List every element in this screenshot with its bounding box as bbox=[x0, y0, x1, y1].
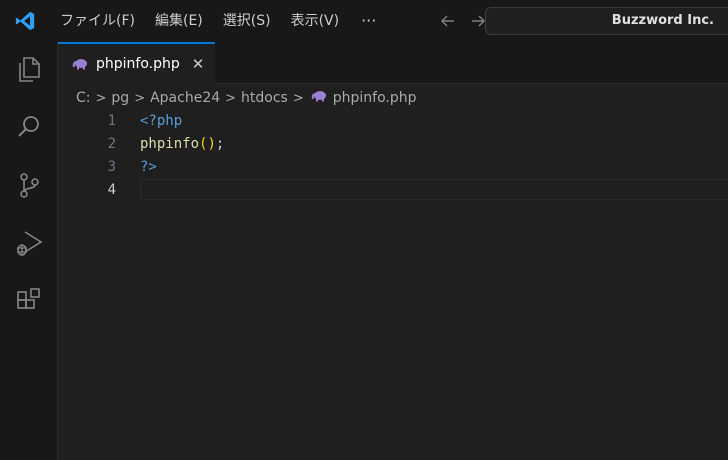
search-icon[interactable] bbox=[12, 110, 46, 144]
code-editor[interactable]: 1 <?php 2 phpinfo(); 3 ?> 4 bbox=[58, 112, 728, 460]
vscode-logo-icon bbox=[0, 0, 50, 42]
code-line: 2 phpinfo(); bbox=[58, 133, 728, 156]
chevron-right-icon: > bbox=[134, 90, 146, 106]
parentheses: () bbox=[199, 136, 216, 152]
workspace-title: Buzzword Inc. bbox=[611, 13, 714, 28]
extensions-icon[interactable] bbox=[12, 284, 46, 318]
title-bar: ファイル(F) 編集(E) 選択(S) 表示(V) ··· Buzzword I… bbox=[0, 0, 728, 42]
run-debug-icon[interactable] bbox=[12, 226, 46, 260]
php-elephant-icon bbox=[72, 55, 88, 74]
php-elephant-icon bbox=[311, 90, 327, 106]
current-line: 4 bbox=[58, 179, 728, 202]
tab-phpinfo[interactable]: phpinfo.php ✕ bbox=[58, 42, 215, 84]
function-name: phpinfo bbox=[140, 136, 200, 152]
chevron-right-icon: > bbox=[95, 90, 107, 106]
line-number: 3 bbox=[107, 159, 116, 175]
explorer-icon[interactable] bbox=[12, 52, 46, 86]
semicolon: ; bbox=[215, 136, 225, 152]
back-arrow-icon[interactable] bbox=[438, 11, 458, 31]
source-control-icon[interactable] bbox=[12, 168, 46, 202]
activity-bar bbox=[0, 42, 58, 460]
menu-file[interactable]: ファイル(F) bbox=[50, 0, 145, 42]
breadcrumb-apache24[interactable]: Apache24 bbox=[150, 90, 220, 106]
code-line: 1 <?php bbox=[58, 110, 728, 133]
more-menu-button[interactable]: ··· bbox=[349, 0, 388, 42]
php-open-tag: <?php bbox=[140, 113, 183, 129]
chevron-right-icon: > bbox=[225, 90, 237, 106]
line-number: 1 bbox=[107, 113, 116, 129]
code-text: phpinfo(); bbox=[140, 133, 224, 156]
tab-label: phpinfo.php bbox=[96, 56, 180, 72]
php-close-tag: ?> bbox=[140, 159, 157, 175]
breadcrumb-pg[interactable]: pg bbox=[111, 90, 129, 106]
menu-view[interactable]: 表示(V) bbox=[281, 0, 350, 42]
menu-selection[interactable]: 選択(S) bbox=[213, 0, 281, 42]
menu-edit[interactable]: 編集(E) bbox=[145, 0, 213, 42]
chevron-right-icon: > bbox=[292, 90, 304, 106]
breadcrumb-drive[interactable]: C: bbox=[76, 90, 91, 106]
editor-tab-bar: phpinfo.php ✕ bbox=[58, 42, 728, 84]
line-number: 4 bbox=[107, 182, 116, 198]
navigation-arrows bbox=[438, 11, 488, 31]
breadcrumb-file[interactable]: phpinfo.php bbox=[333, 90, 417, 106]
breadcrumb-htdocs[interactable]: htdocs bbox=[241, 90, 288, 106]
menu-bar: ファイル(F) 編集(E) 選択(S) 表示(V) ··· bbox=[50, 0, 388, 42]
line-number: 2 bbox=[107, 136, 116, 152]
code-line: 3 ?> bbox=[58, 156, 728, 179]
breadcrumb: C: > pg > Apache24 > htdocs > phpinfo.ph… bbox=[58, 84, 728, 112]
close-tab-icon[interactable]: ✕ bbox=[192, 55, 205, 73]
current-line-highlight bbox=[140, 179, 728, 200]
command-center-search[interactable]: Buzzword Inc. bbox=[485, 7, 728, 35]
